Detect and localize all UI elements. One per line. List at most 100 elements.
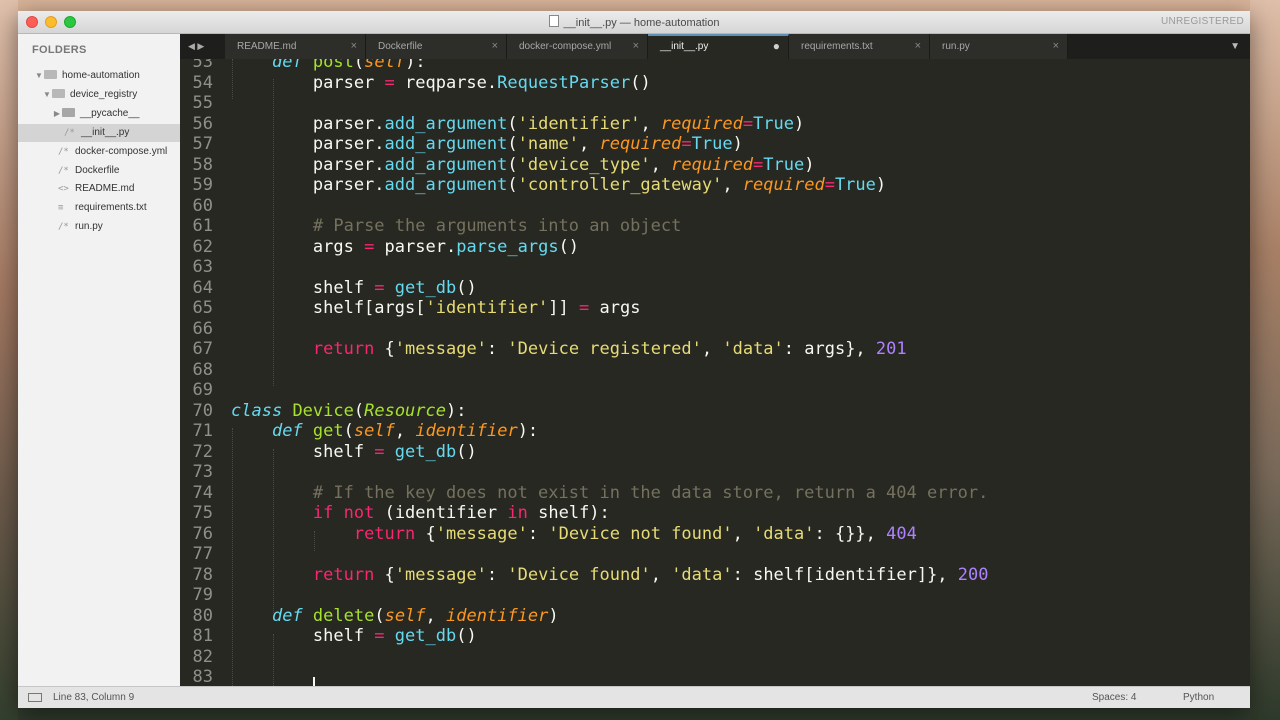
folder-icon — [62, 108, 75, 117]
code-text: shelf = get_db() — [231, 277, 477, 298]
code-line[interactable]: 80 def delete(self, identifier) — [180, 606, 1250, 627]
indent-guide — [273, 634, 274, 686]
code-line[interactable]: 55 — [180, 93, 1250, 114]
license-status: UNREGISTERED — [1160, 16, 1244, 27]
line-number: 62 — [192, 236, 213, 257]
sidebar-item-home-automation[interactable]: ▼ home-automation — [18, 67, 180, 85]
tab-close-icon[interactable]: × — [351, 34, 357, 59]
code-line[interactable]: 75 if not (identifier in shelf): — [180, 503, 1250, 524]
sidebar-item-label: requirements.txt — [75, 202, 147, 213]
indent-guide — [273, 449, 274, 613]
sidebar-item-label: device_registry — [70, 89, 138, 100]
file-icon: <> — [58, 184, 69, 194]
code-line[interactable]: 58 parser.add_argument('device_type', re… — [180, 155, 1250, 176]
code-line[interactable]: 76 return {'message': 'Device not found'… — [180, 524, 1250, 545]
tab-bar: ◀ ▶ README.md × Dockerfile × docker-compose.… — [180, 34, 1250, 59]
file-icon: /* — [64, 128, 75, 138]
tab-init-py[interactable]: __init__.py ● — [648, 34, 789, 59]
code-line[interactable]: 74 # If the key does not exist in the da… — [180, 483, 1250, 504]
tab-requirements-txt[interactable]: requirements.txt × — [789, 34, 930, 59]
syntax-selector[interactable]: Python — [1183, 687, 1214, 708]
code-text: def get(self, identifier): — [271, 421, 539, 441]
code-line[interactable]: 59 parser.add_argument('controller_gatew… — [180, 175, 1250, 196]
line-number: 75 — [192, 503, 213, 523]
file-icon: /* — [58, 166, 69, 176]
code-line[interactable]: 62 args = parser.parse_args() — [180, 237, 1250, 258]
disclosure-closed-icon[interactable]: ▶ — [52, 105, 62, 123]
sidebar-item-init-py[interactable]: /* __init__.py — [18, 124, 180, 142]
tab-label: __init__.py — [660, 41, 709, 52]
code-text: # Parse the arguments into an object — [312, 216, 682, 236]
indentation-setting[interactable]: Spaces: 4 — [1092, 687, 1136, 708]
tab-readme-md[interactable]: README.md × — [225, 34, 366, 59]
code-text: return {'message': 'Device registered', … — [312, 339, 907, 359]
folders-header: FOLDERS — [32, 44, 87, 56]
code-line[interactable]: 66 — [180, 319, 1250, 340]
code-line[interactable]: 56 parser.add_argument('identifier', req… — [180, 114, 1250, 135]
sidebar-item-device-registry[interactable]: ▼ device_registry — [18, 86, 180, 104]
code-editor[interactable]: 53 def post(self): 54 parser = reqparse.R… — [180, 59, 1250, 686]
panel-toggle-icon[interactable] — [28, 693, 42, 702]
code-text: return {'message': 'Device found', 'data… — [312, 564, 989, 585]
tab-nav-arrows-icon[interactable]: ◀ ▶ — [188, 34, 204, 59]
tab-close-icon[interactable]: × — [1053, 34, 1059, 59]
code-line[interactable]: 69 — [180, 380, 1250, 401]
sidebar-item-requirements-txt[interactable]: ≡ requirements.txt — [18, 199, 180, 217]
tab-dockerfile[interactable]: Dockerfile × — [366, 34, 507, 59]
line-number: 74 — [192, 482, 213, 503]
sidebar-item-docker-compose-yml[interactable]: /* docker-compose.yml — [18, 143, 180, 161]
code-line[interactable]: 57 parser.add_argument('name', required=… — [180, 134, 1250, 155]
code-line[interactable]: 53 def post(self): — [180, 59, 1250, 73]
code-text: parser.add_argument('identifier', requir… — [231, 113, 805, 134]
code-line[interactable]: 63 — [180, 257, 1250, 278]
code-line[interactable]: 61 # Parse the arguments into an object — [180, 216, 1250, 237]
file-icon: ≡ — [58, 203, 64, 213]
sidebar-item-dockerfile[interactable]: /* Dockerfile — [18, 162, 180, 180]
code-line[interactable]: 82 — [180, 647, 1250, 668]
tab-run-py[interactable]: run.py × — [930, 34, 1068, 59]
disclosure-open-icon[interactable]: ▼ — [42, 86, 52, 104]
tab-close-icon[interactable]: × — [492, 34, 498, 59]
sidebar-item-label: __init__.py — [81, 127, 130, 138]
tab-list-menu-icon[interactable]: ▼ — [1230, 34, 1240, 59]
title-bar[interactable]: __init__.py — home-automation UNREGISTER… — [18, 11, 1250, 34]
unsaved-indicator-icon[interactable]: ● — [773, 36, 780, 57]
code-line[interactable]: 67 return {'message': 'Device registered… — [180, 339, 1250, 360]
line-number: 77 — [192, 544, 213, 564]
indent-guide — [273, 79, 274, 386]
sidebar-item-readme-md[interactable]: <> README.md — [18, 180, 180, 198]
code-line[interactable]: 71 def get(self, identifier): — [180, 421, 1250, 442]
sidebar-item-label: home-automation — [62, 70, 140, 81]
tab-close-icon[interactable]: × — [915, 34, 921, 59]
code-line[interactable]: 77 — [180, 544, 1250, 565]
code-text: parser.add_argument('device_type', requi… — [231, 154, 815, 175]
code-line[interactable]: 54 parser = reqparse.RequestParser() — [180, 73, 1250, 94]
code-line[interactable]: 73 — [180, 462, 1250, 483]
code-line[interactable]: 81 shelf = get_db() — [180, 626, 1250, 647]
line-number: 70 — [192, 400, 213, 421]
code-line[interactable]: 72 shelf = get_db() — [180, 442, 1250, 463]
desktop-wallpaper-right — [1250, 0, 1280, 720]
code-line[interactable]: 65 shelf[args['identifier']] = args — [180, 298, 1250, 319]
indent-guide — [232, 428, 233, 686]
tab-docker-compose-yml[interactable]: docker-compose.yml × — [507, 34, 648, 59]
code-line[interactable]: 68 — [180, 360, 1250, 381]
code-line[interactable]: 83 — [180, 667, 1250, 686]
line-number: 61 — [192, 216, 213, 236]
code-line[interactable]: 60 — [180, 196, 1250, 217]
code-text: parser = reqparse.RequestParser() — [231, 72, 651, 93]
sidebar-item-pycache[interactable]: ▶ __pycache__ — [18, 105, 180, 123]
code-text: shelf = get_db() — [231, 626, 477, 646]
code-line[interactable]: 70 class Device(Resource): — [180, 401, 1250, 422]
line-number: 57 — [192, 134, 213, 154]
tab-close-icon[interactable]: × — [633, 34, 639, 59]
code-text: if not (identifier in shelf): — [312, 503, 610, 523]
tab-label: run.py — [942, 41, 970, 52]
code-line[interactable]: 64 shelf = get_db() — [180, 278, 1250, 299]
sidebar-item-run-py[interactable]: /* run.py — [18, 218, 180, 236]
code-line[interactable]: 78 return {'message': 'Device found', 'd… — [180, 565, 1250, 586]
code-text: def post(self): — [271, 59, 426, 72]
code-line[interactable]: 79 — [180, 585, 1250, 606]
disclosure-open-icon[interactable]: ▼ — [34, 67, 44, 85]
line-number: 72 — [192, 441, 213, 462]
